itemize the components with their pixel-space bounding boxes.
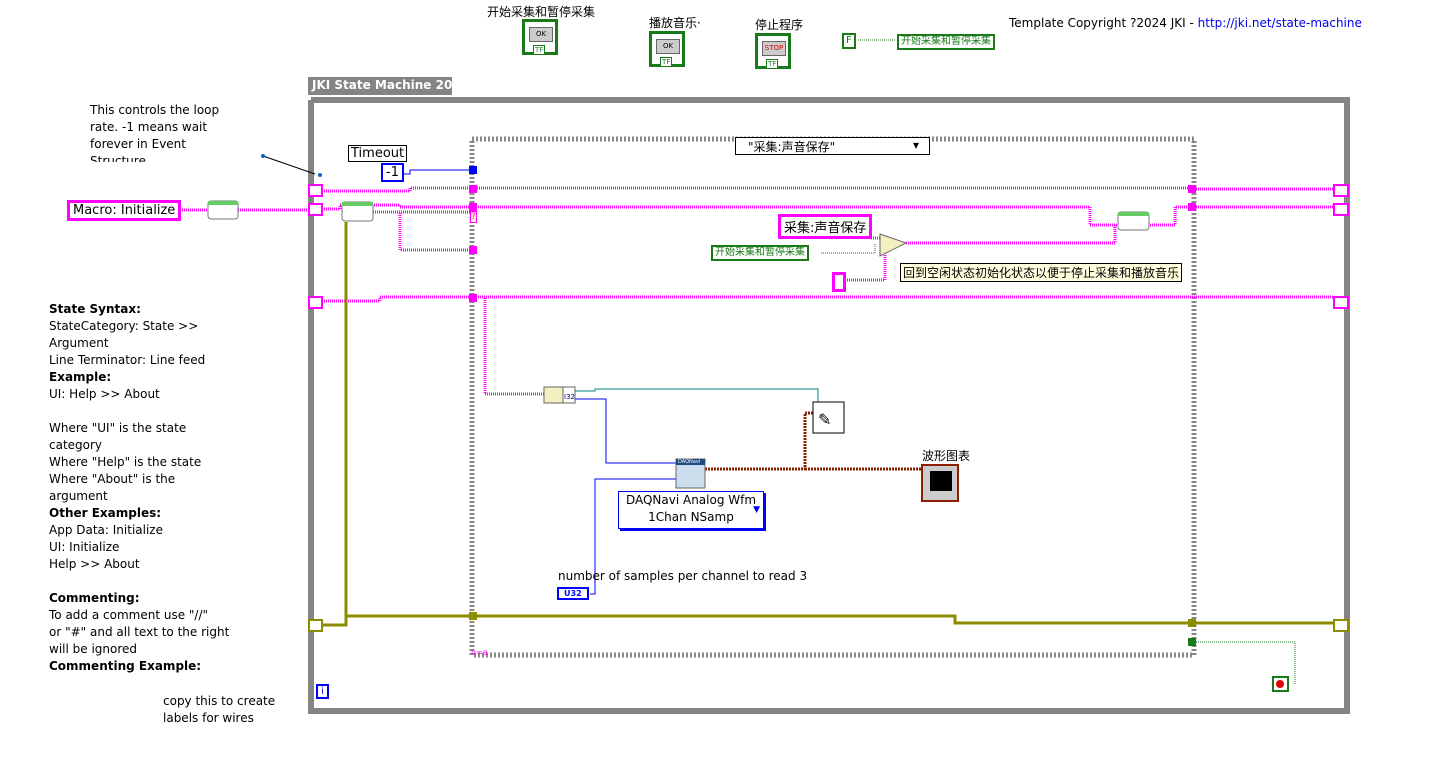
- note-line: App Data: Initialize: [49, 523, 163, 537]
- numeric-wire: [575, 398, 676, 464]
- note-line: Where "About" is the: [49, 472, 176, 486]
- note-line: Argument: [49, 336, 109, 350]
- note-line: UI: Initialize: [49, 540, 120, 554]
- daqnavi-polymorphic-selector[interactable]: DAQNavi Analog Wfm 1Chan NSamp ▼: [618, 491, 764, 529]
- unbundle-node: [543, 386, 564, 404]
- note-line: Help >> About: [49, 557, 140, 571]
- note-line: StateCategory: State >>: [49, 319, 199, 333]
- note-line: Line Terminator: Line feed: [49, 353, 206, 367]
- copyright: Template Copyright ?2024 JKI - http://jk…: [1009, 16, 1362, 30]
- unbundle-type: I32: [564, 393, 575, 401]
- loop-title: JKI State Machine 2024: [312, 78, 470, 92]
- iteration-terminal: i: [316, 684, 329, 699]
- macro-constant[interactable]: Macro: Initialize: [67, 200, 182, 221]
- note-line: Where "UI" is the state: [49, 421, 187, 435]
- inner-comment: 回到空闲状态初始化状态以便于停止采集和播放音乐: [900, 263, 1183, 282]
- empty-string-constant[interactable]: [832, 272, 846, 292]
- boolean-wire: [821, 244, 876, 254]
- string-wire: [906, 225, 1117, 245]
- note-line: To add a comment use "//": [49, 608, 209, 622]
- jki-link[interactable]: http://jki.net/state-machine: [1198, 16, 1362, 30]
- wire-label-note: copy this to create labels for wires: [163, 694, 276, 725]
- case-selector[interactable]: "采集:声音保存" ▾: [735, 137, 930, 155]
- note-line: Where "Help" is the state: [49, 455, 202, 469]
- timeout-constant[interactable]: -1: [381, 163, 404, 182]
- svg-text:✎: ✎: [818, 410, 831, 429]
- timeout-label: Timeout: [348, 145, 408, 162]
- comment-arrow: [262, 155, 316, 175]
- note-line: or "#" and all text to the right: [49, 625, 230, 639]
- string-wire: [166, 203, 1334, 227]
- state-syntax-notes: State Syntax: StateCategory: State >> Argu…: [49, 301, 229, 675]
- note-line: Example:: [49, 370, 112, 384]
- dropdown-arrow-icon[interactable]: ▼: [753, 502, 760, 519]
- note-line: Commenting Example:: [49, 659, 202, 673]
- loop-rate-comment: This controls the loop rate. -1 means wa…: [90, 103, 220, 162]
- numeric-wire: [400, 169, 470, 175]
- control-label: 停止程序: [755, 18, 804, 32]
- note-line: Commenting:: [49, 591, 140, 605]
- samples-label: number of samples per channel to read 3: [558, 569, 808, 583]
- false-constant[interactable]: F: [842, 33, 856, 49]
- note-line: [49, 403, 229, 420]
- string-wire: [373, 210, 470, 252]
- note-line: [49, 573, 229, 590]
- control-label: 播放音乐·: [649, 16, 701, 30]
- case-tag: n=a: [471, 648, 488, 657]
- case-selector-terminal: ?: [470, 211, 477, 223]
- note-line: Other Examples:: [49, 506, 162, 520]
- string-wire: [483, 298, 545, 396]
- note-line: State Syntax:: [49, 302, 141, 316]
- control-label: 开始采集和暂停采集: [487, 5, 596, 19]
- refnum-wire: [575, 388, 819, 402]
- samples-control[interactable]: U32: [557, 587, 589, 600]
- note-line: UI: Help >> About: [49, 387, 160, 401]
- start-pause-button-terminal[interactable]: OK TF: [522, 19, 558, 55]
- dropdown-arrow-icon[interactable]: ▾: [913, 138, 919, 152]
- local-variable[interactable]: 开始采集和暂停采集: [897, 34, 995, 50]
- graph-label: 波形图表: [922, 449, 971, 463]
- note-line: argument: [49, 489, 108, 503]
- stop-button-terminal[interactable]: STOP TF: [755, 33, 791, 69]
- local-variable-inner[interactable]: 开始采集和暂停采集: [711, 245, 809, 261]
- daq-header: DAQNavi: [678, 459, 701, 465]
- state-constant[interactable]: 采集:声音保存: [778, 214, 873, 239]
- queue-nodes: [207, 200, 1150, 231]
- note-line: category: [49, 438, 103, 452]
- play-music-button-terminal[interactable]: OK TF: [649, 31, 685, 67]
- select-node: [879, 233, 908, 257]
- note-line: will be ignored: [49, 642, 138, 656]
